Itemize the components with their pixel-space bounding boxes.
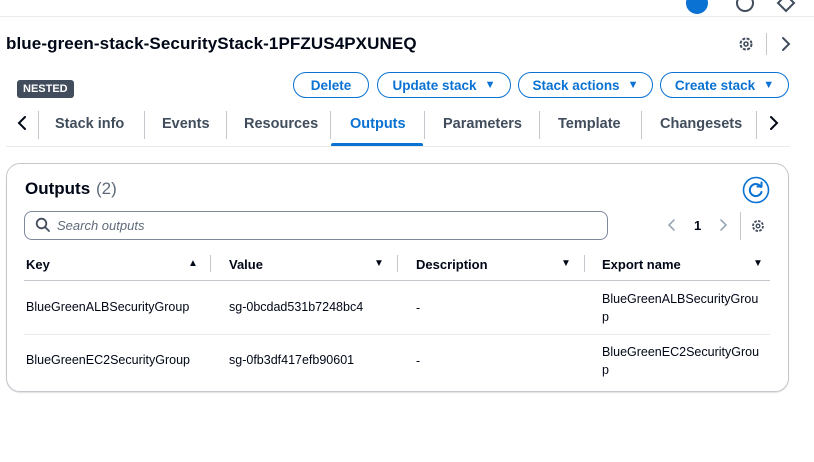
sort-ascending-icon[interactable]: ▲ (188, 258, 198, 269)
create-stack-button[interactable]: Create stack ▼ (660, 72, 789, 98)
tabs-scroll-left-icon[interactable] (14, 113, 30, 133)
delete-button[interactable]: Delete (293, 72, 369, 98)
cell-export-name: BlueGreenALBSecurityGroup (602, 292, 759, 324)
cell-key: BlueGreenALBSecurityGroup (26, 300, 190, 314)
sort-icon[interactable]: ▼ (374, 258, 384, 269)
table-header-divider (24, 280, 770, 281)
tabs-scroll-right-icon[interactable] (766, 113, 782, 133)
tabs-baseline (6, 146, 790, 147)
gear-icon[interactable] (737, 35, 755, 53)
column-header-description[interactable]: Description (416, 257, 488, 272)
tab-divider (539, 111, 540, 139)
tab-divider (424, 111, 425, 139)
column-divider[interactable] (210, 255, 211, 272)
tab-stack-info[interactable]: Stack info (55, 116, 124, 132)
tab-divider (226, 111, 227, 139)
tab-divider (144, 111, 145, 139)
tab-events[interactable]: Events (162, 116, 210, 132)
chevron-right-icon[interactable] (716, 217, 730, 233)
stack-actions-label: Stack actions (532, 77, 620, 93)
settings-icon[interactable] (734, 0, 756, 14)
chevron-left-icon[interactable] (665, 217, 679, 233)
help-icon[interactable] (775, 0, 797, 14)
caret-down-icon: ▼ (484, 79, 496, 91)
tab-divider (38, 111, 39, 139)
column-divider[interactable] (584, 255, 585, 272)
cell-export-name: BlueGreenEC2SecurityGroup (602, 345, 760, 377)
update-stack-button[interactable]: Update stack ▼ (377, 72, 511, 98)
search-input[interactable] (57, 215, 597, 235)
outputs-count: (2) (96, 179, 117, 198)
top-nav-divider (0, 16, 814, 17)
search-icon (35, 217, 50, 232)
refresh-icon[interactable] (742, 176, 770, 204)
caret-down-icon: ▼ (627, 79, 639, 91)
row-divider (24, 334, 770, 335)
create-stack-label: Create stack (674, 77, 756, 93)
cell-key: BlueGreenEC2SecurityGroup (26, 353, 190, 367)
tab-changesets[interactable]: Changesets (660, 116, 742, 132)
caret-down-icon: ▼ (763, 79, 775, 91)
stack-actions-button[interactable]: Stack actions ▼ (518, 72, 653, 98)
column-header-export-name[interactable]: Export name (602, 257, 681, 272)
pagination-divider (740, 212, 741, 240)
sort-icon[interactable]: ▼ (753, 258, 763, 269)
tab-parameters[interactable]: Parameters (443, 116, 522, 132)
column-header-key[interactable]: Key (26, 257, 50, 272)
tab-resources[interactable]: Resources (244, 116, 318, 132)
cell-value: sg-0bcdad531b7248bc4 (229, 300, 364, 314)
notifications-icon[interactable] (686, 0, 708, 14)
page-title: blue-green-stack-SecurityStack-1PFZUS4PX… (6, 34, 417, 53)
nested-badge: NESTED (17, 80, 74, 98)
table-settings-icon[interactable] (750, 218, 766, 234)
delete-button-label: Delete (310, 77, 352, 93)
page-number[interactable]: 1 (694, 218, 701, 233)
update-stack-label: Update stack (392, 77, 477, 93)
tab-divider (756, 111, 757, 139)
column-divider[interactable] (397, 255, 398, 272)
cell-value: sg-0fb3df417efb90601 (229, 353, 355, 367)
tab-divider (330, 111, 331, 139)
sort-icon[interactable]: ▼ (561, 258, 571, 269)
header-divider (766, 33, 767, 55)
chevron-right-icon[interactable] (777, 35, 795, 53)
column-header-value[interactable]: Value (229, 257, 263, 272)
outputs-title: Outputs (25, 179, 91, 198)
tab-template[interactable]: Template (558, 116, 621, 132)
tab-divider (641, 111, 642, 139)
cell-description: - (416, 301, 421, 315)
tab-outputs[interactable]: Outputs (350, 116, 406, 132)
cell-description: - (416, 354, 421, 368)
